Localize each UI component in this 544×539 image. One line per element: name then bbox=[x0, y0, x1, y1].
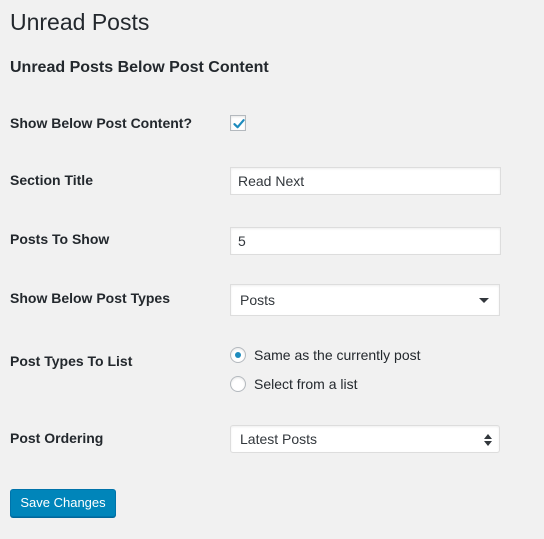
post-ordering-label: Post Ordering bbox=[10, 430, 104, 446]
radio-button[interactable] bbox=[230, 376, 246, 392]
show-below-checkbox[interactable] bbox=[230, 115, 246, 131]
checkmark-icon bbox=[233, 119, 245, 129]
post-types-select[interactable]: Posts bbox=[230, 284, 500, 316]
section-title-label: Section Title bbox=[10, 172, 93, 188]
posts-to-show-label: Posts To Show bbox=[10, 231, 110, 247]
save-changes-button[interactable]: Save Changes bbox=[10, 489, 116, 517]
caret-down-icon bbox=[479, 298, 489, 303]
radio-button-selected[interactable] bbox=[230, 347, 246, 363]
post-types-selected-value: Posts bbox=[240, 292, 276, 308]
section-title: Unread Posts Below Post Content bbox=[10, 59, 269, 76]
posts-to-show-input[interactable] bbox=[230, 227, 501, 255]
post-ordering-selected-value: Latest Posts bbox=[240, 431, 318, 447]
post-types-label: Show Below Post Types bbox=[10, 290, 170, 306]
radio-label-select-from-list: Select from a list bbox=[254, 376, 358, 392]
radio-label-same-as-current: Same as the currently post bbox=[254, 347, 421, 363]
radio-dot-icon bbox=[235, 352, 241, 358]
page-title: Unread Posts bbox=[10, 9, 150, 35]
up-down-arrows-icon bbox=[484, 434, 492, 446]
post-ordering-select[interactable]: Latest Posts bbox=[230, 425, 500, 453]
show-below-label: Show Below Post Content? bbox=[10, 115, 192, 131]
post-types-list-label: Post Types To List bbox=[10, 353, 133, 369]
section-title-input[interactable] bbox=[230, 167, 501, 195]
